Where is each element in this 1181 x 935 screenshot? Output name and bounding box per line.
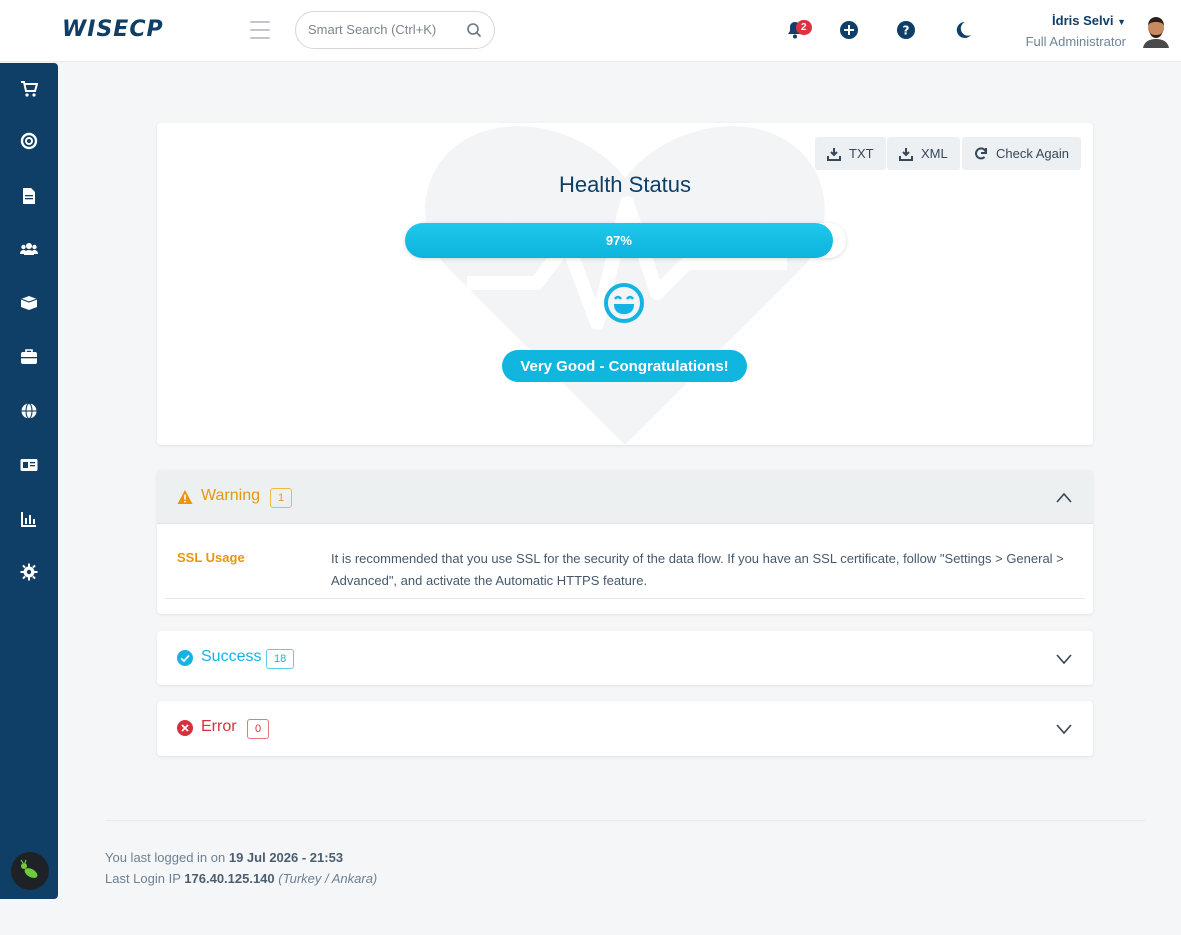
- download-txt-button[interactable]: TXT: [815, 137, 886, 170]
- last-login-date: 19 Jul 2026 - 21:53: [228, 850, 344, 865]
- ssl-usage-label: SSL Usage: [177, 550, 245, 565]
- success-title: Success: [201, 648, 262, 665]
- document-icon[interactable]: [20, 187, 40, 207]
- download-xml-label: XML: [921, 146, 948, 161]
- sidebar: [0, 63, 58, 899]
- chevron-up-icon[interactable]: [1055, 489, 1073, 507]
- svg-text:?: ?: [903, 24, 910, 38]
- warning-count: 1: [270, 488, 293, 508]
- users-icon[interactable]: [20, 240, 40, 260]
- last-location: (Turkey / Ankara): [278, 871, 378, 886]
- add-circle-icon[interactable]: [839, 20, 859, 40]
- gear-icon[interactable]: [20, 563, 40, 583]
- error-section: Error 0: [157, 701, 1093, 756]
- caret-down-icon: ▼: [1117, 17, 1126, 27]
- warning-title: Warning: [201, 487, 260, 504]
- row-divider: [165, 598, 1085, 599]
- last-login-info: You last logged in on 19 Jul 2026 - 21:5…: [105, 847, 377, 889]
- dark-mode-icon[interactable]: [953, 20, 973, 40]
- check-circle-icon: [177, 650, 193, 666]
- logo[interactable]: WISECP: [62, 17, 164, 42]
- user-role: Full Administrator: [1025, 34, 1126, 49]
- warning-icon: [177, 490, 193, 504]
- refresh-icon: [975, 146, 987, 159]
- smile-icon: [604, 283, 644, 323]
- last-ip-prefix: Last Login IP: [105, 871, 181, 886]
- box-icon[interactable]: [20, 294, 40, 314]
- download-txt-label: TXT: [849, 146, 874, 161]
- success-header[interactable]: Success 18: [157, 631, 1093, 685]
- check-again-label: Check Again: [996, 146, 1069, 161]
- success-count: 18: [266, 649, 295, 669]
- download-xml-button[interactable]: XML: [887, 137, 960, 170]
- error-title: Error: [201, 718, 237, 735]
- chart-icon[interactable]: [20, 510, 40, 530]
- ssl-usage-description: It is recommended that you use SSL for t…: [331, 551, 1064, 588]
- health-percent-label: 97%: [605, 233, 632, 248]
- footer-divider: [105, 820, 1145, 821]
- health-progress-fill: 97%: [405, 223, 833, 258]
- toolbox-icon[interactable]: [20, 348, 40, 368]
- chevron-down-icon[interactable]: [1055, 720, 1073, 738]
- warning-section: Warning 1 SSL Usage It is recommended th…: [157, 470, 1093, 614]
- last-login-line: You last logged in on 19 Jul 2026 - 21:5…: [105, 847, 377, 868]
- error-header[interactable]: Error 0: [157, 701, 1093, 755]
- health-status-card: TXT XML Check Again Health Status 97% Ve…: [157, 123, 1093, 445]
- download-icon: [827, 147, 841, 161]
- notification-badge: 2: [796, 20, 812, 35]
- search-box[interactable]: [295, 11, 495, 49]
- user-name[interactable]: İdris Selvi ▼: [1052, 13, 1126, 28]
- chevron-down-icon[interactable]: [1055, 650, 1073, 668]
- help-icon[interactable]: ?: [896, 20, 916, 40]
- check-again-button[interactable]: Check Again: [962, 137, 1081, 170]
- download-icon: [899, 147, 913, 161]
- search-icon[interactable]: [466, 22, 482, 38]
- error-circle-icon: [177, 720, 193, 736]
- health-progress-bar: 97%: [405, 223, 846, 258]
- success-section: Success 18: [157, 631, 1093, 685]
- bug-report-button[interactable]: [11, 852, 49, 890]
- menu-toggle-button[interactable]: [250, 21, 270, 39]
- avatar[interactable]: [1141, 14, 1171, 48]
- lifebuoy-icon[interactable]: [20, 132, 40, 152]
- last-ip: 176.40.125.140: [184, 871, 275, 886]
- health-title: Health Status: [558, 172, 692, 197]
- last-login-prefix: You last logged in on: [105, 850, 226, 865]
- status-badge: Very Good - Congratulations!: [502, 350, 747, 382]
- globe-icon[interactable]: [20, 402, 40, 422]
- search-input[interactable]: [308, 22, 458, 37]
- last-ip-line: Last Login IP 176.40.125.140 (Turkey / A…: [105, 868, 377, 889]
- top-bar: WISECP 2 ? İdris Selvi ▼ Full Administra…: [0, 0, 1181, 62]
- cart-icon[interactable]: [20, 80, 40, 100]
- warning-header[interactable]: Warning 1: [157, 470, 1093, 524]
- bug-icon: [20, 859, 38, 878]
- id-card-icon[interactable]: [20, 456, 40, 476]
- error-count: 0: [247, 719, 270, 739]
